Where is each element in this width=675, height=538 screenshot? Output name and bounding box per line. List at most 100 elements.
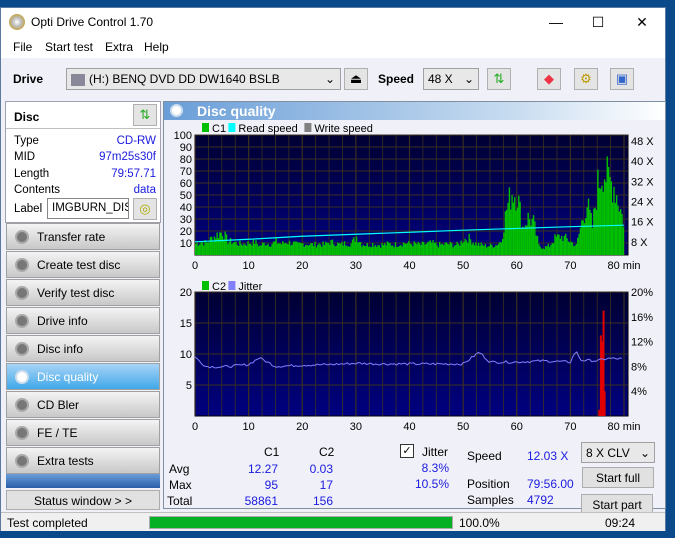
drive-label: Drive <box>13 72 44 86</box>
y2-tick-label: 40 X <box>631 156 654 168</box>
drive-select[interactable]: (H:) BENQ DVD DD DW1640 BSLB ⌄ <box>66 68 341 90</box>
window-title: Opti Drive Control 1.70 <box>31 15 154 29</box>
length-label: Length <box>14 168 50 180</box>
c1-bar <box>311 243 314 255</box>
c1-bar <box>523 228 525 255</box>
settings-button[interactable]: ⚙ <box>574 68 598 90</box>
chevron-down-icon: ⌄ <box>463 72 474 86</box>
panel-title: Disc quality <box>197 103 276 119</box>
c1-bar <box>414 242 417 255</box>
c1-bar <box>432 240 434 255</box>
nav-verify-test-disc[interactable]: Verify test disc <box>6 279 160 306</box>
menu-start-test[interactable]: Start test <box>45 40 93 54</box>
c1-bar <box>220 232 222 255</box>
c1-bar <box>502 238 504 255</box>
progress-fill <box>150 517 452 528</box>
drive-value: (H:) BENQ DVD DD DW1640 BSLB <box>89 72 280 86</box>
refresh-disc-button[interactable]: ⇅ <box>133 104 157 126</box>
c2-bar <box>603 391 606 416</box>
max-label: Max <box>169 478 192 492</box>
status-window-button[interactable]: Status window > > <box>6 490 160 510</box>
eject-button[interactable]: ⏏ <box>344 68 368 90</box>
c1-bar <box>531 218 533 255</box>
close-button[interactable]: ✕ <box>627 12 657 32</box>
nav-cd-bler[interactable]: CD Bler <box>6 391 160 418</box>
c1-bar <box>581 220 583 255</box>
nav-fe-te[interactable]: FE / TE <box>6 419 160 446</box>
c1-bar <box>319 244 322 255</box>
c1-bar <box>396 246 398 255</box>
nav-disc-quality[interactable]: Disc quality <box>6 363 160 390</box>
c1-bar <box>212 241 214 255</box>
minimize-button[interactable]: — <box>541 12 571 32</box>
c1-bar <box>560 235 563 255</box>
menu-extra[interactable]: Extra <box>105 40 133 54</box>
x-tick-label: 30 <box>350 421 362 433</box>
x-tick-label: 40 <box>403 260 415 272</box>
status-text: Test completed <box>7 516 88 530</box>
c1-bar <box>441 243 444 255</box>
c1-bar <box>582 220 584 255</box>
c1-bar <box>199 244 201 255</box>
maximize-button[interactable]: ☐ <box>583 12 613 32</box>
speed-stat-value: 12.03 X <box>527 449 569 463</box>
y-tick-label: 50 <box>180 190 192 202</box>
c1-bar <box>354 241 356 255</box>
c1-bar <box>271 243 273 255</box>
nav-disc-info[interactable]: Disc info <box>6 335 160 362</box>
c1-bar <box>605 182 607 255</box>
c1-bar <box>288 240 291 255</box>
c1-bar <box>369 246 371 255</box>
c1-bar <box>262 242 264 255</box>
c1-bar <box>227 244 229 255</box>
nav-extra-tests[interactable]: Extra tests <box>6 447 160 474</box>
nav-transfer-rate[interactable]: Transfer rate <box>6 223 160 250</box>
nav-create-test-disc[interactable]: Create test disc <box>6 251 160 278</box>
legend-swatch <box>202 281 209 290</box>
c1-bar <box>503 232 505 255</box>
mode-value: 8 X CLV <box>586 446 630 460</box>
c1-bar <box>216 232 218 255</box>
save-button[interactable]: ▣ <box>610 68 634 90</box>
nav-label: Extra tests <box>37 454 94 468</box>
refresh-speed-button[interactable]: ⇅ <box>487 68 511 90</box>
c1-bar <box>404 243 406 255</box>
c1-bar <box>577 237 579 255</box>
y-tick-label: 100 <box>174 130 192 142</box>
c1-bar <box>578 233 580 255</box>
c1-bar <box>567 241 570 255</box>
nav-drive-info[interactable]: Drive info <box>6 307 160 334</box>
c1-bar <box>283 243 285 255</box>
disc-info-panel: Disc ⇅ Type CD-RW MID 97m25s30f Length 79:5… <box>5 101 161 223</box>
menu-help[interactable]: Help <box>144 40 169 54</box>
menu-file[interactable]: File <box>13 40 32 54</box>
c1-bar <box>282 241 284 255</box>
c1-bar <box>197 245 200 255</box>
start-full-button[interactable]: Start full <box>582 467 654 488</box>
mode-select[interactable]: 8 X CLV ⌄ <box>581 442 655 463</box>
label-input[interactable]: IMGBURN_DIS <box>47 198 129 219</box>
c1-bar <box>300 243 303 255</box>
c1-bar <box>294 241 296 255</box>
speed-select[interactable]: 48 X ⌄ <box>423 68 479 90</box>
c1-bar <box>203 245 205 255</box>
c1-bar <box>322 241 324 255</box>
disc-label-button[interactable]: ◎ <box>133 198 157 220</box>
c1-bar <box>455 244 457 255</box>
erase-button[interactable]: ◆ <box>537 68 561 90</box>
c1-bar <box>522 226 524 255</box>
y-tick-label: 20 <box>180 226 192 238</box>
c1-bar <box>406 243 409 255</box>
c1-bar <box>295 241 297 255</box>
disc-title: Disc <box>14 110 40 124</box>
c1-bar <box>358 242 360 255</box>
type-label: Type <box>14 135 39 147</box>
c1-bar <box>353 237 355 255</box>
c1-bar <box>471 244 473 255</box>
jitter-checkbox[interactable]: ✓ <box>400 444 414 458</box>
c1-bar <box>270 246 272 255</box>
x-tick-label: 40 <box>403 421 415 433</box>
y2-tick-label: 12% <box>631 337 653 349</box>
legend-label: Read speed <box>238 123 297 135</box>
c1-bar <box>579 227 582 255</box>
